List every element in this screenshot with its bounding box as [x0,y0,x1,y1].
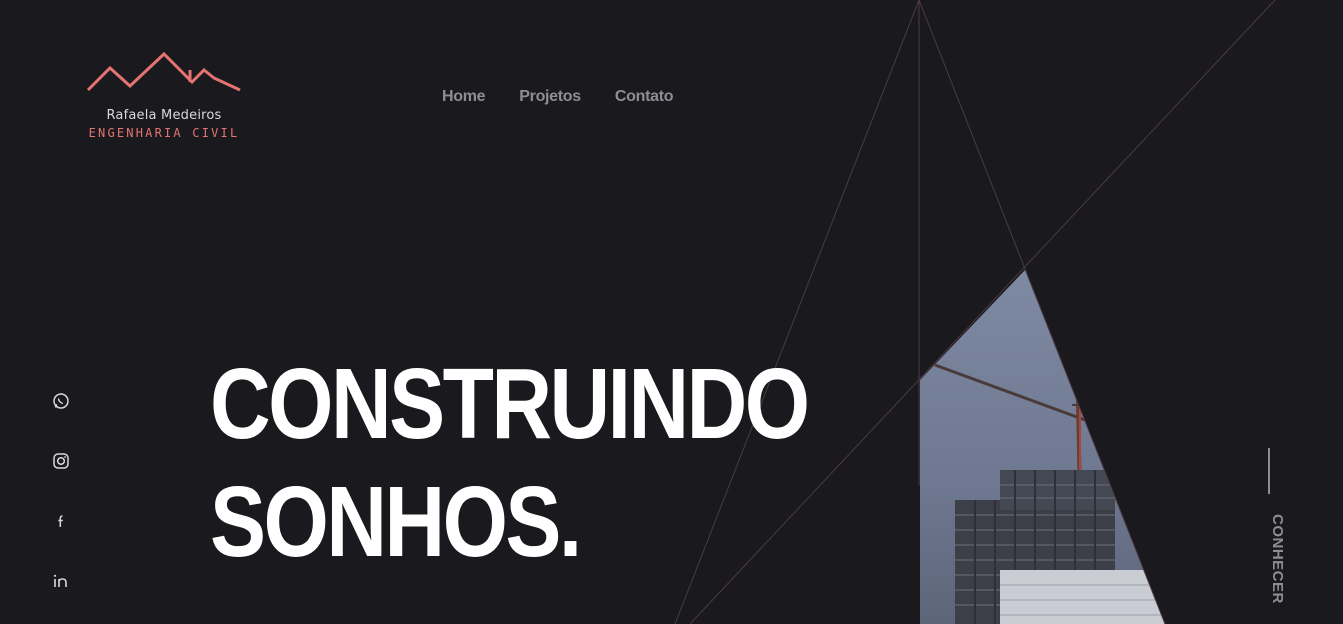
hero-line-1: CONSTRUINDO [210,348,810,460]
landing-page: Rafaela Medeiros ENGENHARIA CIVIL Home P… [0,0,1343,624]
brand-name: Rafaela Medeiros [106,108,222,123]
hero-line-2: SONHOS. [210,466,582,578]
construction-photo [920,270,1165,624]
scroll-indicator-line [1268,448,1270,494]
instagram-icon[interactable] [52,452,70,470]
roof-logo-icon [86,51,241,92]
conhecer-label: CONHECER [1269,514,1286,604]
brand-logo[interactable]: Rafaela Medeiros ENGENHARIA CIVIL [86,50,242,142]
brand-subtitle: ENGENHARIA CIVIL [88,126,240,140]
main-nav: Home Projetos Contato [442,88,707,106]
nav-contato[interactable]: Contato [615,88,674,106]
whatsapp-icon[interactable] [52,392,70,410]
facebook-icon[interactable] [52,512,70,530]
linkedin-icon[interactable] [52,572,70,590]
nav-projetos[interactable]: Projetos [519,88,581,106]
conhecer-scroll-button[interactable]: CONHECER [1255,448,1286,608]
nav-home[interactable]: Home [442,88,486,106]
hero-title: CONSTRUINDO SONHOS. [210,345,810,581]
